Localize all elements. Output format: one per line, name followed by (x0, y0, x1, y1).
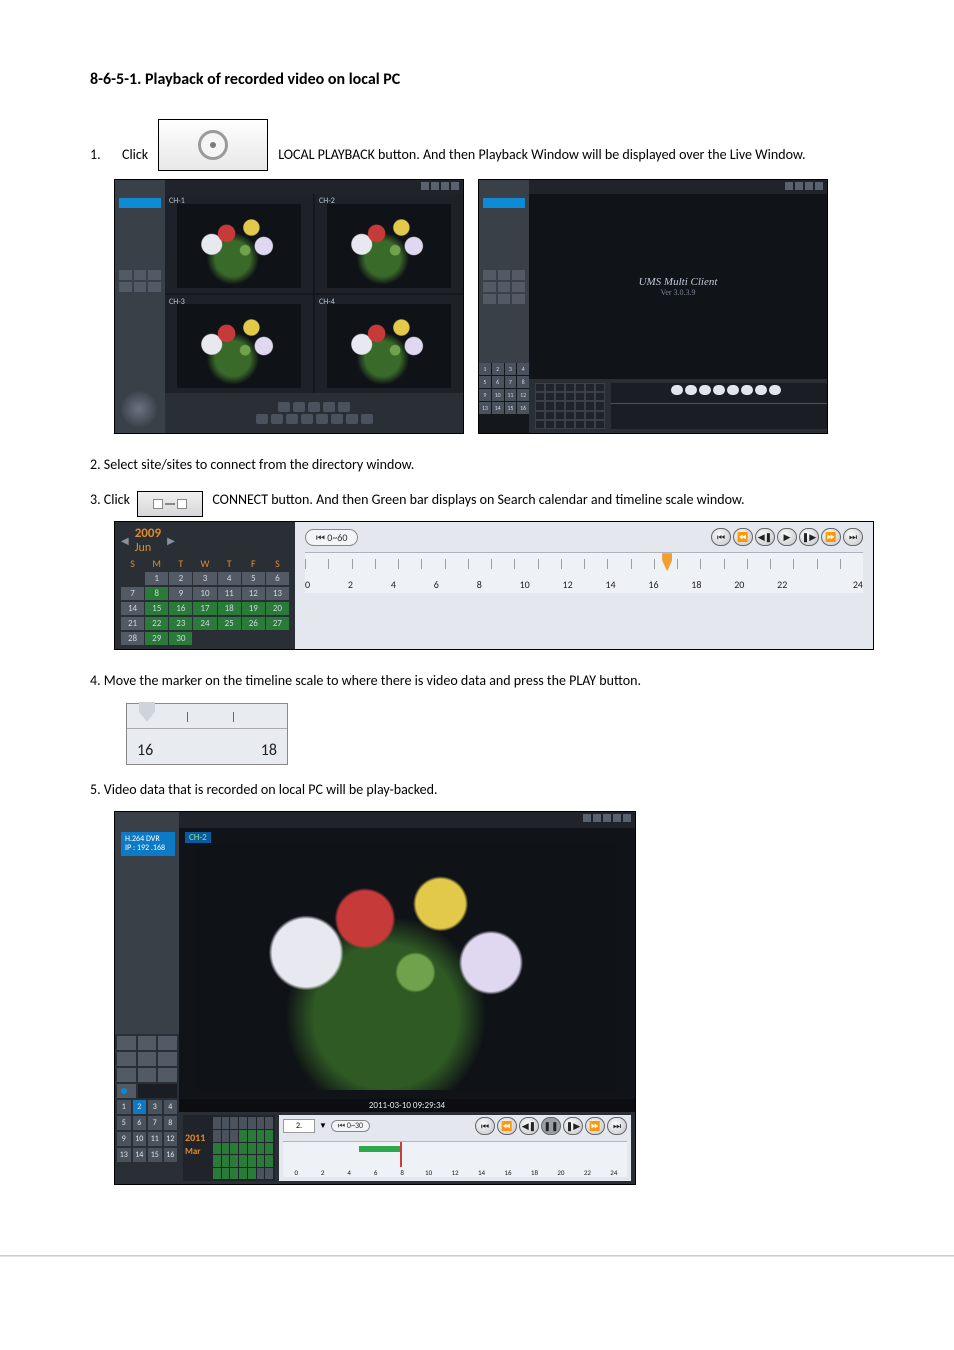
timeline-scale[interactable]: 024681012141618202224 (305, 552, 863, 593)
step-back-button[interactable]: ◀❚ (519, 1117, 539, 1135)
playback-window-screenshot: 1234 5678 9101112 13141516 UMS Multi Cli… (478, 179, 828, 434)
sidebar-selected-tab (483, 198, 525, 208)
step-3: 3. Click CONNECT button. And then Green … (90, 487, 879, 514)
window-control-icons (583, 814, 631, 822)
playback-channel-label: CH-2 (185, 832, 211, 843)
calendar-year: 2009 (135, 526, 161, 541)
playback-controls: ⏮ ⏪ ◀❚ ▶ ❚▶ ⏩ ⏭ (711, 528, 863, 546)
local-playback-button-image (158, 119, 268, 171)
step-2: 2. Select site/sites to connect from the… (90, 452, 879, 479)
recorded-range-bar (359, 1146, 400, 1152)
timeline-marker-icon (139, 702, 155, 722)
brand-name: UMS Multi Client (639, 276, 718, 288)
window-control-icons (785, 182, 823, 190)
step-4: 4. Move the marker on the timeline scale… (90, 668, 879, 695)
skip-back-button[interactable]: ⏮ (475, 1117, 495, 1135)
marker-hour-labels: 16 18 (137, 741, 277, 760)
fast-forward-button[interactable]: ⏩ (821, 528, 841, 546)
device-label: H.264 DVR IP : 192 .168 (121, 832, 175, 856)
step-3-prefix: 3. Click (90, 491, 130, 508)
video-cell-3: CH-3 (165, 295, 313, 394)
step-1-prefix: Click (122, 142, 148, 169)
step-forward-button[interactable]: ❚▶ (799, 528, 819, 546)
range-pill: ⏮ 0~60 (305, 529, 358, 546)
step-1-suffix: LOCAL PLAYBACK button. And then Playback… (278, 142, 879, 169)
search-timeline-figure: ◀ 2009 Jun ▶ SMTWTFS 123456 78910111213 … (114, 521, 874, 650)
sidebar-selected-tab (119, 198, 161, 208)
video-thumbnail (327, 304, 451, 388)
rewind-button[interactable]: ⏪ (733, 528, 753, 546)
marker-zoom-figure: 16 18 (126, 703, 288, 765)
video-cell-4: CH-4 (315, 295, 463, 394)
video-frame (197, 845, 617, 1089)
timeline-hour-labels: 024681012141618202224 (305, 578, 863, 591)
playback-canvas-empty: UMS Multi Client Ver 3.0.3.9 (529, 194, 827, 379)
playback-bottom-panel: 2011 Mar 2. ▼ ⏮ 0~30 (179, 1112, 635, 1184)
gear-icon (198, 130, 228, 160)
sidebar-tool-grid (483, 270, 525, 304)
section-heading: 8-6-5-1. Playback of recorded video on l… (90, 70, 879, 89)
skip-forward-button[interactable]: ⏭ (843, 528, 863, 546)
dual-screenshot-row: CH-1 CH-2 CH-3 CH-4 (114, 179, 879, 434)
rewind-button[interactable]: ⏪ (497, 1117, 517, 1135)
live-window-screenshot: CH-1 CH-2 CH-3 CH-4 (114, 179, 464, 434)
timeline-hour-labels: 024681012141618202224 (283, 1168, 627, 1177)
playback-bottom-panel (529, 379, 827, 433)
window-titlebar (179, 812, 635, 828)
video-grid: CH-1 CH-2 CH-3 CH-4 (165, 194, 463, 393)
video-cell-1: CH-1 (165, 194, 313, 293)
connect-icon (153, 499, 187, 509)
calendar-month: Jun (135, 541, 161, 555)
video-cell-2: CH-2 (315, 194, 463, 293)
step-forward-button[interactable]: ❚▶ (563, 1117, 583, 1135)
video-thumbnail (177, 304, 301, 388)
timeline-panel: ⏮ 0~60 ⏮ ⏪ ◀❚ ▶ ❚▶ ⏩ ⏭ (295, 522, 873, 649)
step-1: 1. Click LOCAL PLAYBACK button. And then… (90, 119, 879, 169)
window-titlebar (165, 180, 463, 194)
mini-timeline (611, 383, 827, 429)
fast-forward-button[interactable]: ⏩ (585, 1117, 605, 1135)
frame-timestamp: 2011-03-10 09:29:34 (179, 1099, 635, 1112)
record-indicator-icon (117, 1084, 136, 1098)
skip-back-button[interactable]: ⏮ (711, 528, 731, 546)
window-control-icons (421, 182, 459, 190)
step-back-button[interactable]: ◀❚ (755, 528, 775, 546)
range-pill: ⏮ 0~30 (331, 1120, 370, 1132)
live-bottom-toolbar (165, 393, 463, 433)
zoom-level-box: 2. (283, 1119, 315, 1133)
video-thumbnail (177, 204, 301, 288)
skip-forward-button[interactable]: ⏭ (607, 1117, 627, 1135)
search-calendar: ◀ 2009 Jun ▶ SMTWTFS 123456 78910111213 … (115, 522, 295, 649)
step-3-suffix: CONNECT button. And then Green bar displ… (212, 491, 744, 508)
play-button[interactable]: ▶ (777, 528, 797, 546)
local-playback-screenshot: H.264 DVR IP : 192 .168 1234 5678 910111… (114, 811, 636, 1185)
playback-control-strip (671, 385, 781, 395)
calendar-dow-header: SMTWTFS (121, 557, 289, 570)
sidebar-bottom-panel: 1234 5678 9101112 13141516 (115, 1034, 179, 1184)
mini-calendar (535, 383, 605, 429)
sidebar-tool-grid (119, 270, 161, 292)
brand-watermark: UMS Multi Client Ver 3.0.3.9 (639, 276, 718, 297)
ptz-joystick-icon (121, 391, 157, 427)
playback-timeline[interactable]: 2. ▼ ⏮ 0~30 ⏮ ⏪ ◀❚ ❚❚ ❚▶ ⏩ ⏭ (279, 1115, 631, 1181)
playback-video-area: CH-2 2011-03-10 09:29:34 (179, 828, 635, 1112)
timeline-marker[interactable] (400, 1142, 402, 1167)
step-5: 5. Video data that is recorded on local … (90, 777, 879, 804)
video-thumbnail (327, 204, 451, 288)
search-calendar: 2011 Mar (183, 1115, 275, 1181)
playback-controls: ⏮ ⏪ ◀❚ ❚❚ ❚▶ ⏩ ⏭ (475, 1117, 627, 1135)
connect-button-image (137, 491, 203, 517)
step-1-number: 1. (90, 142, 118, 169)
pause-button[interactable]: ❚❚ (541, 1117, 561, 1135)
page-footer-rule (0, 1255, 954, 1257)
brand-version: Ver 3.0.3.9 (639, 288, 718, 297)
live-sidebar (115, 180, 166, 433)
channel-number-grid: 1234 5678 9101112 13141516 (479, 363, 529, 433)
window-titlebar (529, 180, 827, 194)
